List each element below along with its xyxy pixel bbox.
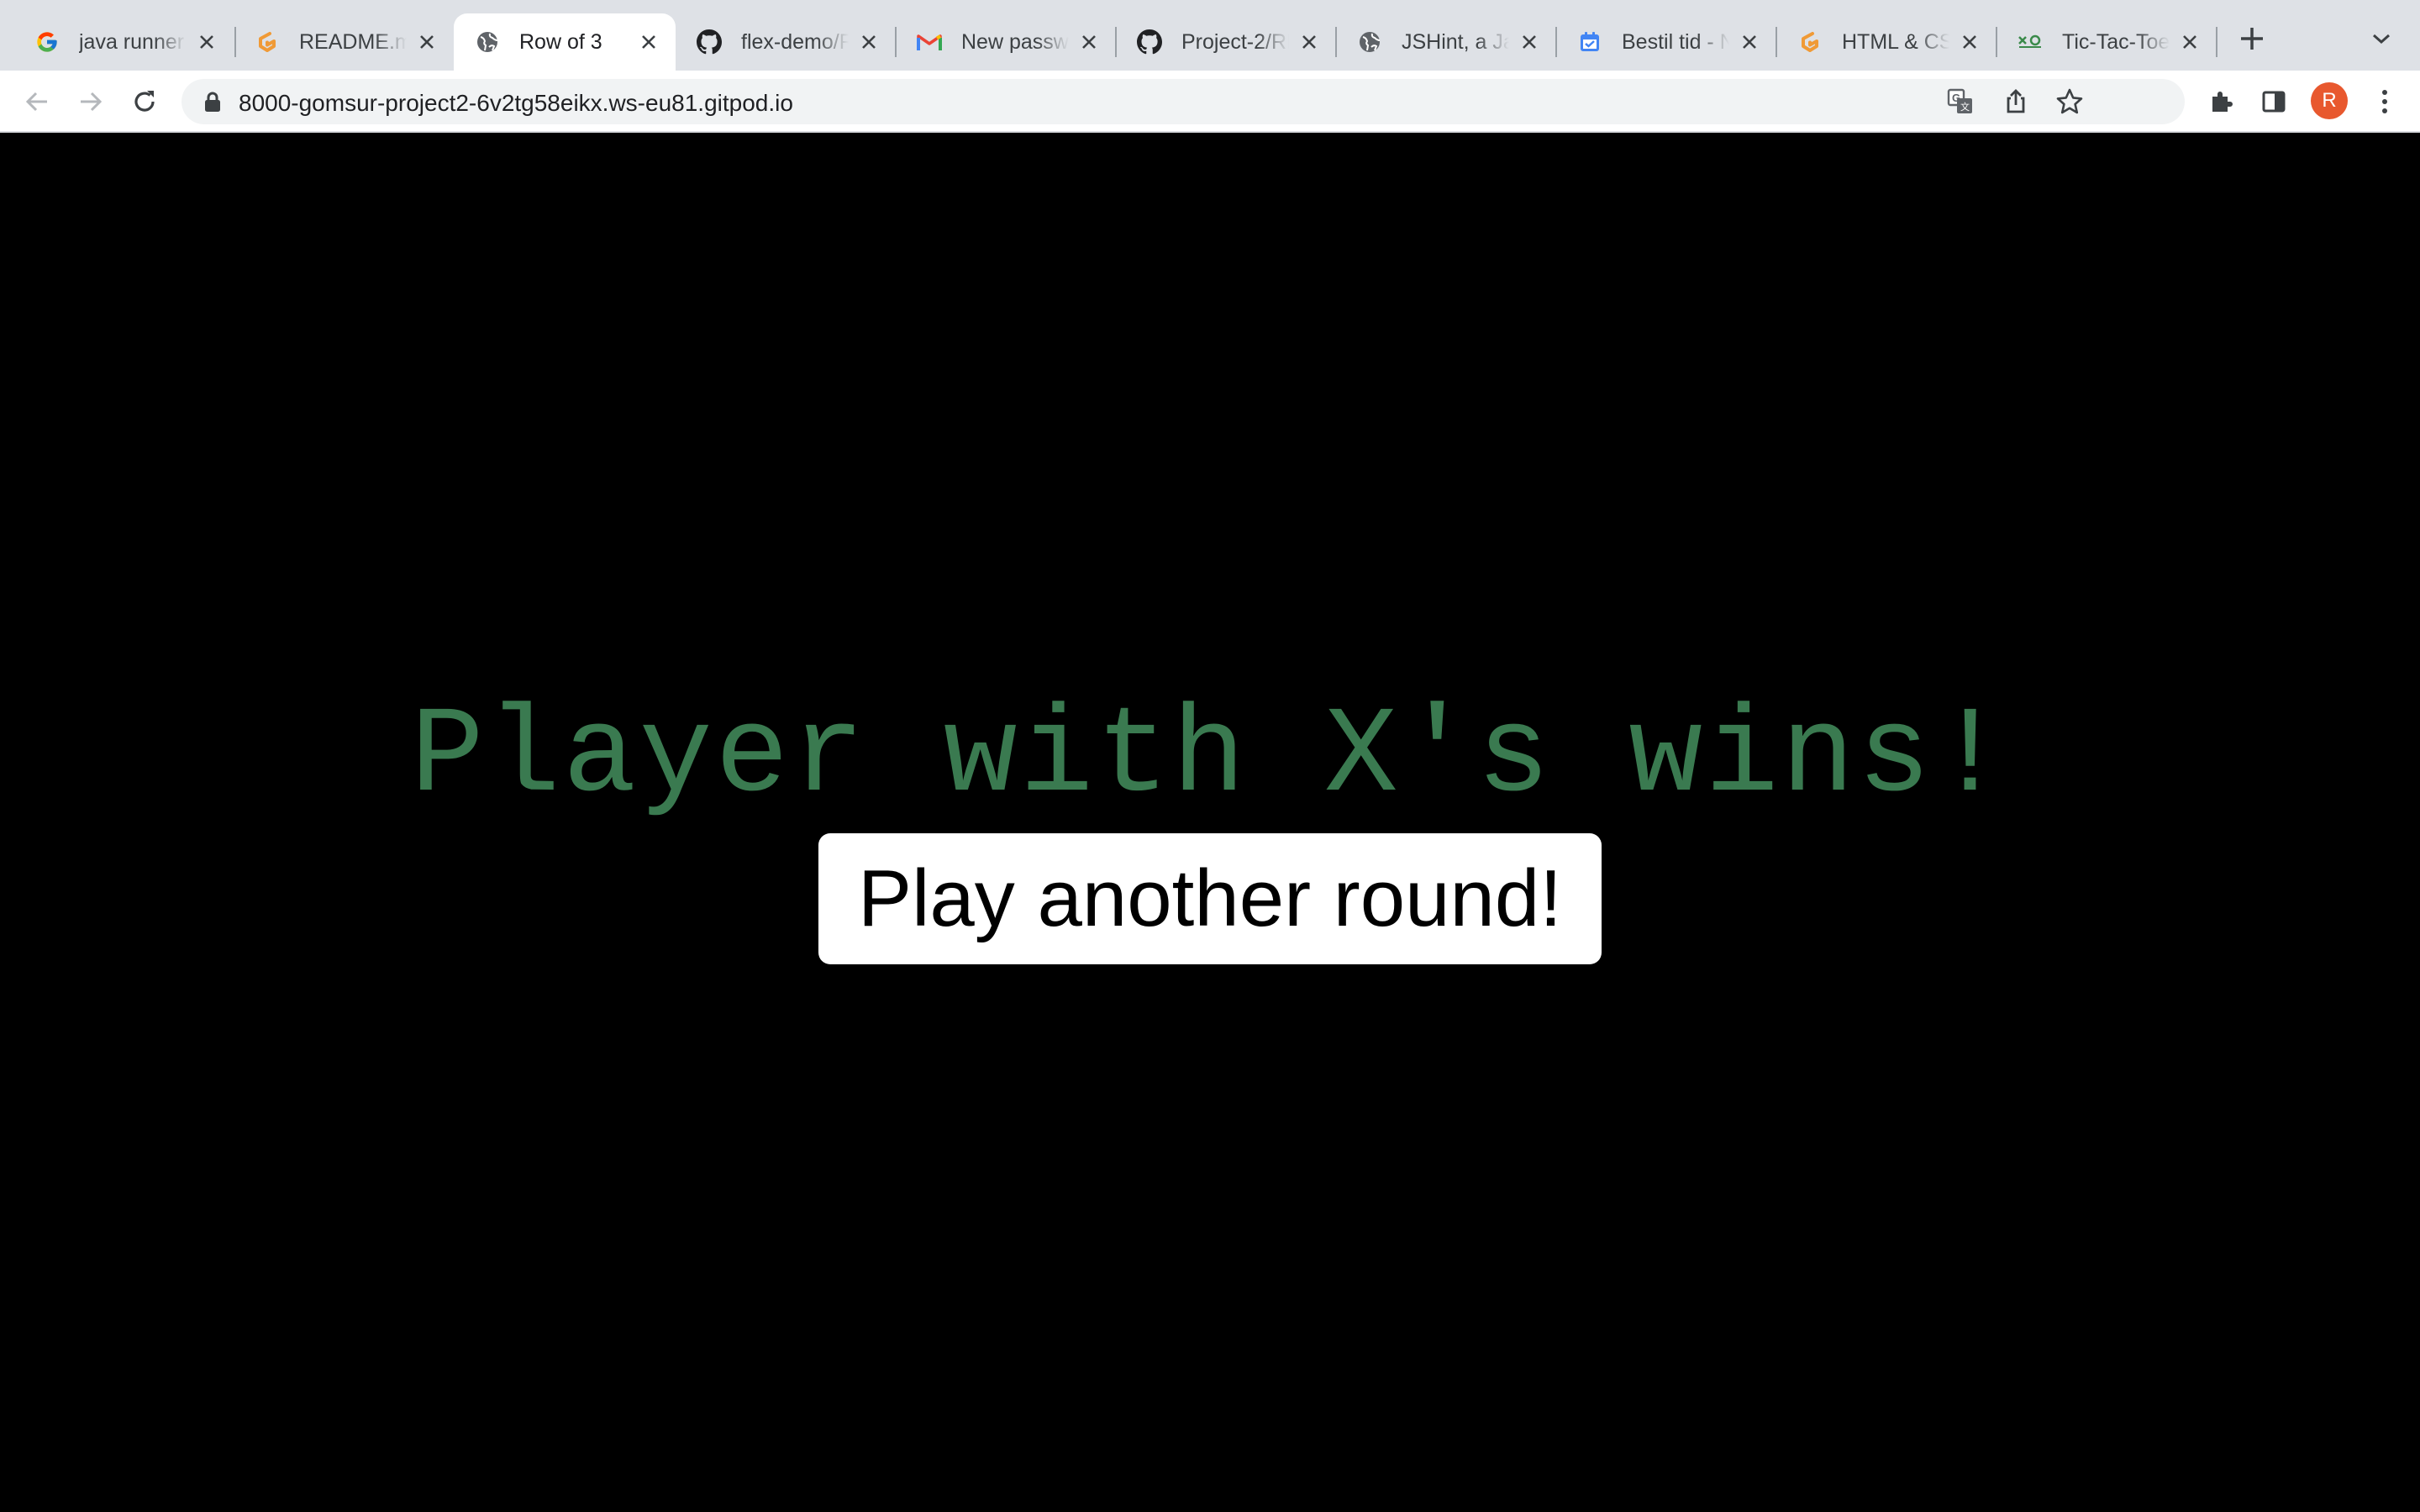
close-icon[interactable] [855, 29, 882, 55]
tab-tic-tac-toe[interactable]: Tic-Tac-Toe [1996, 13, 2217, 71]
page-viewport: Player with X's wins! Play another round… [0, 133, 2420, 1512]
puzzle-icon [2212, 92, 2233, 112]
google-icon [34, 29, 60, 55]
tab-separator [2216, 27, 2217, 57]
result-message: Player with X's wins! [410, 687, 2010, 827]
translate-icon: G文 [1947, 88, 1972, 113]
reload-icon [134, 91, 155, 112]
calendar-check-icon [1576, 29, 1603, 55]
chevron-down-icon [2373, 34, 2390, 45]
tab-html-css[interactable]: HTML & CSS [1776, 13, 1996, 71]
arrow-left-icon [25, 92, 47, 112]
gmail-icon [916, 29, 943, 55]
tab-search-button[interactable] [2368, 25, 2395, 52]
tab-title: Project-2/RE [1181, 29, 1289, 54]
tab-title: HTML & CSS [1842, 29, 1949, 54]
tab-strip: java runner README.md Row of 3 flex-demo… [0, 0, 2420, 71]
url-text[interactable]: 8000-gomsur-project2-6v2tg58eikx.ws-eu81… [239, 90, 793, 117]
close-icon[interactable] [1076, 29, 1102, 55]
bookmark-button[interactable] [2054, 86, 2086, 118]
tab-java-runner[interactable]: java runner [13, 13, 234, 71]
close-icon[interactable] [1956, 29, 1983, 55]
translate-button[interactable]: G文 [1944, 86, 1976, 118]
forward-button[interactable] [71, 81, 111, 122]
tab-readme[interactable]: README.md [234, 13, 454, 71]
play-again-button[interactable]: Play another round! [818, 833, 1602, 964]
address-bar[interactable]: 8000-gomsur-project2-6v2tg58eikx.ws-eu81… [182, 79, 2185, 124]
tab-title: JSHint, a Ja [1402, 29, 1509, 54]
tab-title: Bestil tid - N [1622, 29, 1729, 54]
close-icon[interactable] [2176, 29, 2203, 55]
close-icon[interactable] [413, 29, 440, 55]
tab-title: README.md [299, 29, 407, 54]
browser-toolbar: 8000-gomsur-project2-6v2tg58eikx.ws-eu81… [0, 71, 2420, 133]
more-vert-icon [2382, 90, 2387, 113]
tictactoe-icon [2017, 29, 2044, 55]
tab-row-of-3[interactable]: Row of 3 [454, 13, 676, 71]
close-icon[interactable] [1736, 29, 1763, 55]
close-icon[interactable] [635, 29, 662, 55]
tab-title: flex-demo/R [741, 29, 849, 54]
globe-icon [1356, 29, 1383, 55]
back-button[interactable] [17, 81, 57, 122]
star-icon [2056, 88, 2083, 114]
svg-text:文: 文 [1960, 101, 1970, 113]
tab-title: Row of 3 [519, 29, 602, 54]
reload-button[interactable] [124, 81, 165, 122]
close-icon[interactable] [1296, 29, 1323, 55]
github-icon [696, 29, 723, 55]
menu-button[interactable] [2365, 81, 2405, 122]
globe-icon [474, 29, 501, 55]
share-button[interactable] [2000, 86, 2032, 118]
extensions-button[interactable] [2202, 81, 2242, 122]
gitpod-icon [1797, 29, 1823, 55]
gitpod-icon [254, 29, 281, 55]
arrow-right-icon [81, 92, 103, 112]
side-panel-icon [2262, 91, 2286, 113]
new-tab-button[interactable] [2235, 22, 2269, 55]
side-panel-button[interactable] [2254, 81, 2294, 122]
lock-icon[interactable] [202, 91, 224, 113]
tab-title: New passwo [961, 29, 1069, 54]
close-icon[interactable] [193, 29, 220, 55]
tab-project-2[interactable]: Project-2/RE [1116, 13, 1336, 71]
tab-bestil-tid[interactable]: Bestil tid - N [1556, 13, 1776, 71]
tab-title: java runner [79, 29, 185, 54]
tab-jshint[interactable]: JSHint, a Ja [1336, 13, 1556, 71]
tab-gmail[interactable]: New passwo [896, 13, 1116, 71]
tab-flex-demo[interactable]: flex-demo/R [676, 13, 896, 71]
tab-title: Tic-Tac-Toe [2062, 29, 2170, 54]
avatar[interactable]: R [2311, 82, 2348, 119]
plus-icon [2241, 28, 2263, 50]
close-icon[interactable] [1516, 29, 1543, 55]
github-icon [1136, 29, 1163, 55]
share-icon [2007, 89, 2025, 113]
